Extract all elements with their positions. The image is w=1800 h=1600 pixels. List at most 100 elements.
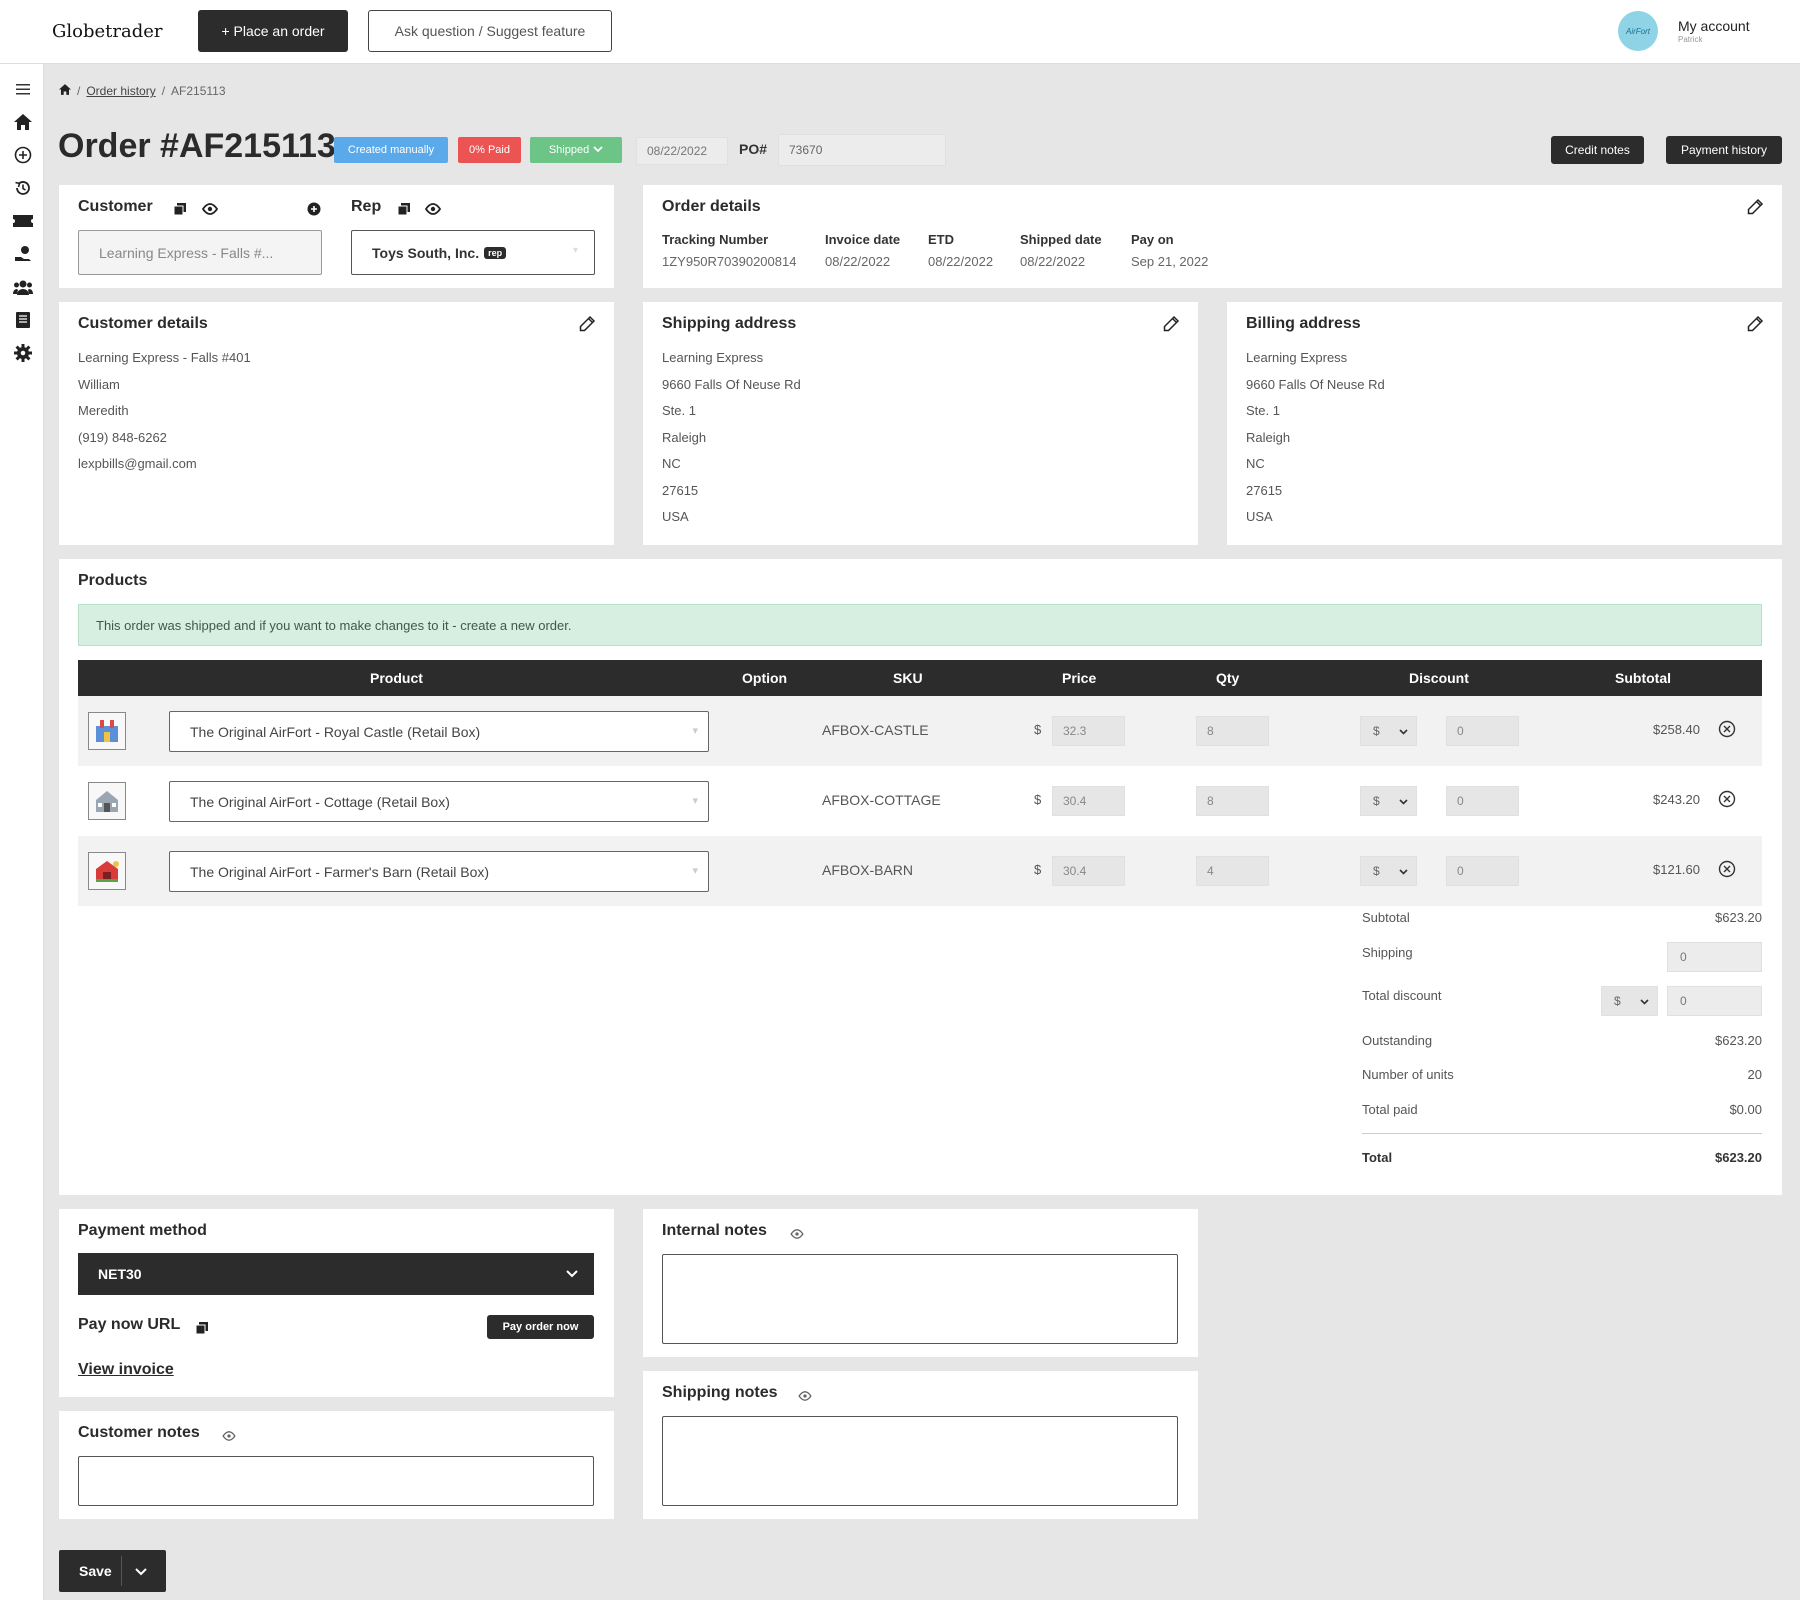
- place-order-button[interactable]: + Place an order: [198, 10, 348, 52]
- chevron-down-icon: [593, 144, 603, 156]
- address-line: NC: [662, 456, 681, 471]
- chevron-down-icon: [1399, 864, 1408, 878]
- payment-method-value: NET30: [98, 1266, 142, 1282]
- customer-select[interactable]: Learning Express - Falls #...: [78, 230, 322, 275]
- qty-input[interactable]: 8: [1196, 716, 1269, 746]
- customer-rep-card: Customer Rep Learning Express - Falls #.…: [59, 185, 614, 288]
- total-label: Total: [1362, 1150, 1393, 1165]
- hand-coin-icon[interactable]: [12, 243, 34, 265]
- price-input[interactable]: 32.3: [1052, 716, 1125, 746]
- outstanding-value: $623.20: [1715, 1033, 1762, 1048]
- edit-pencil-icon[interactable]: [578, 315, 596, 333]
- ticket-icon[interactable]: [12, 210, 34, 232]
- discount-type-select[interactable]: $: [1360, 716, 1417, 746]
- product-thumbnail[interactable]: [88, 852, 126, 890]
- edit-pencil-icon[interactable]: [1746, 198, 1764, 216]
- shipping-notes-title: Shipping notes: [662, 1384, 778, 1401]
- brand-logo[interactable]: Globetrader: [52, 21, 163, 42]
- eye-icon[interactable]: [201, 202, 219, 220]
- rep-tag: rep: [484, 246, 507, 259]
- sku: AFBOX-COTTAGE: [822, 792, 941, 808]
- price-input[interactable]: 30.4: [1052, 786, 1125, 816]
- copy-icon[interactable]: [173, 202, 186, 220]
- copy-icon[interactable]: [397, 202, 410, 220]
- product-thumbnail[interactable]: [88, 782, 126, 820]
- shipped-date-value: 08/22/2022: [1020, 254, 1086, 269]
- tracking-number-value[interactable]: 1ZY950R70390200814: [662, 254, 796, 269]
- internal-notes-card: Internal notes: [643, 1209, 1198, 1357]
- customer-email: lexpbills@gmail.com: [78, 456, 197, 471]
- payment-method-select[interactable]: NET30: [78, 1253, 594, 1295]
- shipping-notes-textarea[interactable]: [662, 1416, 1178, 1506]
- book-icon[interactable]: [12, 309, 34, 331]
- view-invoice-link[interactable]: View invoice: [78, 1361, 174, 1379]
- breadcrumb-separator: /: [77, 84, 81, 98]
- discount-type-select[interactable]: $: [1360, 786, 1417, 816]
- product-select[interactable]: The Original AirFort - Cottage (Retail B…: [169, 781, 709, 822]
- pay-now-url-label: Pay now URL: [78, 1316, 181, 1333]
- sku: AFBOX-CASTLE: [822, 722, 929, 738]
- eye-icon[interactable]: [798, 1388, 812, 1406]
- edit-pencil-icon[interactable]: [1746, 315, 1764, 333]
- edit-pencil-icon[interactable]: [1162, 315, 1180, 333]
- remove-row-icon[interactable]: [1718, 720, 1736, 738]
- customer-notes-card: Customer notes: [59, 1411, 614, 1519]
- home-icon[interactable]: [12, 111, 34, 133]
- paid-status-badge: 0% Paid: [458, 137, 521, 163]
- pay-order-now-button[interactable]: Pay order now: [487, 1315, 594, 1339]
- customer-notes-textarea[interactable]: [78, 1456, 594, 1506]
- product-thumbnail[interactable]: [88, 712, 126, 750]
- eye-icon[interactable]: [790, 1226, 804, 1244]
- customer-notes-title: Customer notes: [78, 1424, 200, 1441]
- row-subtotal: $121.60: [1653, 862, 1700, 877]
- credit-notes-button[interactable]: Credit notes: [1551, 136, 1644, 164]
- chevron-down-icon[interactable]: [135, 1563, 147, 1579]
- rep-select[interactable]: Toys South, Inc. rep ▾: [351, 230, 595, 275]
- col-product: Product: [370, 670, 423, 686]
- save-button[interactable]: Save: [59, 1550, 166, 1592]
- shipped-status-dropdown[interactable]: Shipped: [530, 137, 622, 163]
- created-manually-badge: Created manually: [334, 137, 448, 163]
- history-icon[interactable]: [12, 177, 34, 199]
- users-icon[interactable]: [12, 276, 34, 298]
- home-icon[interactable]: [59, 84, 71, 98]
- account-menu[interactable]: My account Patrick: [1678, 18, 1750, 44]
- breadcrumb-order-history[interactable]: Order history: [86, 84, 155, 98]
- discount-input[interactable]: 0: [1446, 716, 1519, 746]
- customer-phone: (919) 848-6262: [78, 429, 167, 445]
- total-discount-input[interactable]: 0: [1667, 986, 1762, 1016]
- product-select[interactable]: The Original AirFort - Royal Castle (Ret…: [169, 711, 709, 752]
- gear-icon[interactable]: [12, 342, 34, 364]
- product-select[interactable]: The Original AirFort - Farmer's Barn (Re…: [169, 851, 709, 892]
- customer-last-name: Meredith: [78, 403, 129, 418]
- payment-history-button[interactable]: Payment history: [1666, 136, 1782, 164]
- remove-row-icon[interactable]: [1718, 790, 1736, 808]
- total-paid-label: Total paid: [1362, 1102, 1418, 1117]
- remove-row-icon[interactable]: [1718, 860, 1736, 878]
- po-number-input[interactable]: 73670: [778, 134, 946, 166]
- total-discount-label: Total discount: [1362, 988, 1442, 1003]
- discount-input[interactable]: 0: [1446, 856, 1519, 886]
- total-discount-type-select[interactable]: $: [1601, 986, 1658, 1016]
- col-option: Option: [742, 670, 788, 686]
- eye-icon[interactable]: [424, 202, 442, 220]
- qty-input[interactable]: 4: [1196, 856, 1269, 886]
- discount-input[interactable]: 0: [1446, 786, 1519, 816]
- shipping-address-card: Shipping address Learning Express 9660 F…: [643, 302, 1198, 545]
- eye-icon[interactable]: [222, 1428, 236, 1446]
- discount-type-select[interactable]: $: [1360, 856, 1417, 886]
- add-customer-icon[interactable]: [307, 202, 321, 221]
- menu-icon[interactable]: [12, 78, 34, 100]
- internal-notes-textarea[interactable]: [662, 1254, 1178, 1344]
- qty-input[interactable]: 8: [1196, 786, 1269, 816]
- ask-question-button[interactable]: Ask question / Suggest feature: [368, 10, 612, 52]
- order-date-input[interactable]: 08/22/2022: [636, 137, 728, 165]
- plus-circle-icon[interactable]: [12, 144, 34, 166]
- order-details-card: Order details: [643, 185, 1782, 288]
- address-line: USA: [662, 509, 689, 524]
- address-line: Learning Express: [1246, 350, 1348, 365]
- shipping-input[interactable]: 0: [1667, 942, 1762, 972]
- copy-icon[interactable]: [195, 1321, 208, 1339]
- price-input[interactable]: 30.4: [1052, 856, 1125, 886]
- avatar[interactable]: AirFort: [1618, 11, 1658, 51]
